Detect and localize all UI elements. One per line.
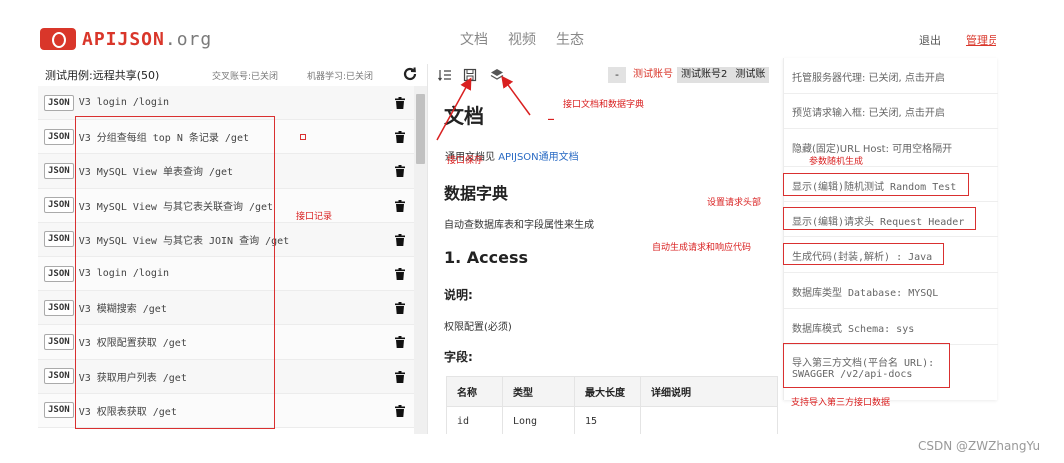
csdn-watermark: CSDN @ZWZhangYu xyxy=(918,439,1041,453)
annotation-arrows xyxy=(436,75,531,141)
arrow-to-save xyxy=(436,77,472,141)
arrow-to-doc xyxy=(501,75,531,116)
